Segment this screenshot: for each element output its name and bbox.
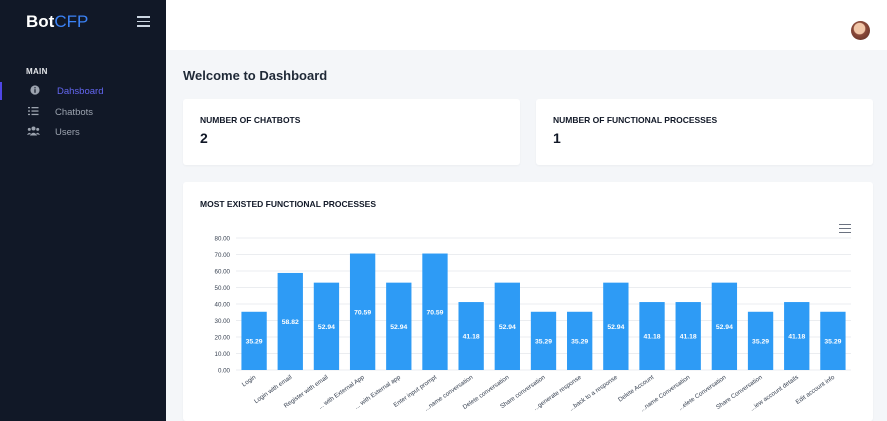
brand-bold: Bot [26, 12, 55, 31]
chart-card: MOST EXISTED FUNCTIONAL PROCESSES [183, 182, 873, 421]
list-icon [27, 106, 39, 118]
sidebar-item-label: Chatbots [55, 106, 94, 118]
card-value: 1 [553, 130, 561, 146]
sidebar: BotCFP MAIN Dahsboard Chatbots Users [0, 0, 166, 421]
info-circle-icon [29, 85, 41, 97]
section-title: MAIN [26, 67, 48, 76]
brand-light: CFP [54, 12, 89, 31]
page-title: Welcome to Dashboard [183, 68, 328, 83]
chart-menu-icon[interactable] [839, 224, 851, 233]
card-label: NUMBER OF FUNCTIONAL PROCESSES [553, 115, 718, 125]
sidebar-item-label: Dahsboard [57, 85, 104, 97]
card-value: 2 [200, 130, 208, 146]
sidebar-item-label: Users [55, 126, 80, 138]
processes-count-card: NUMBER OF FUNCTIONAL PROCESSES 1 [536, 99, 873, 165]
top-bar [166, 0, 887, 50]
chart-title: MOST EXISTED FUNCTIONAL PROCESSES [200, 199, 377, 209]
sidebar-item-dashboard[interactable]: Dahsboard [0, 82, 166, 100]
card-label: NUMBER OF CHATBOTS [200, 115, 301, 125]
sidebar-item-users[interactable]: Users [0, 123, 166, 141]
menu-toggle-icon[interactable] [137, 16, 150, 27]
chatbots-count-card: NUMBER OF CHATBOTS 2 [183, 99, 520, 165]
users-icon [27, 126, 40, 138]
brand-logo[interactable]: BotCFP [26, 12, 88, 32]
sidebar-item-chatbots[interactable]: Chatbots [0, 103, 166, 121]
user-avatar[interactable] [851, 21, 870, 40]
